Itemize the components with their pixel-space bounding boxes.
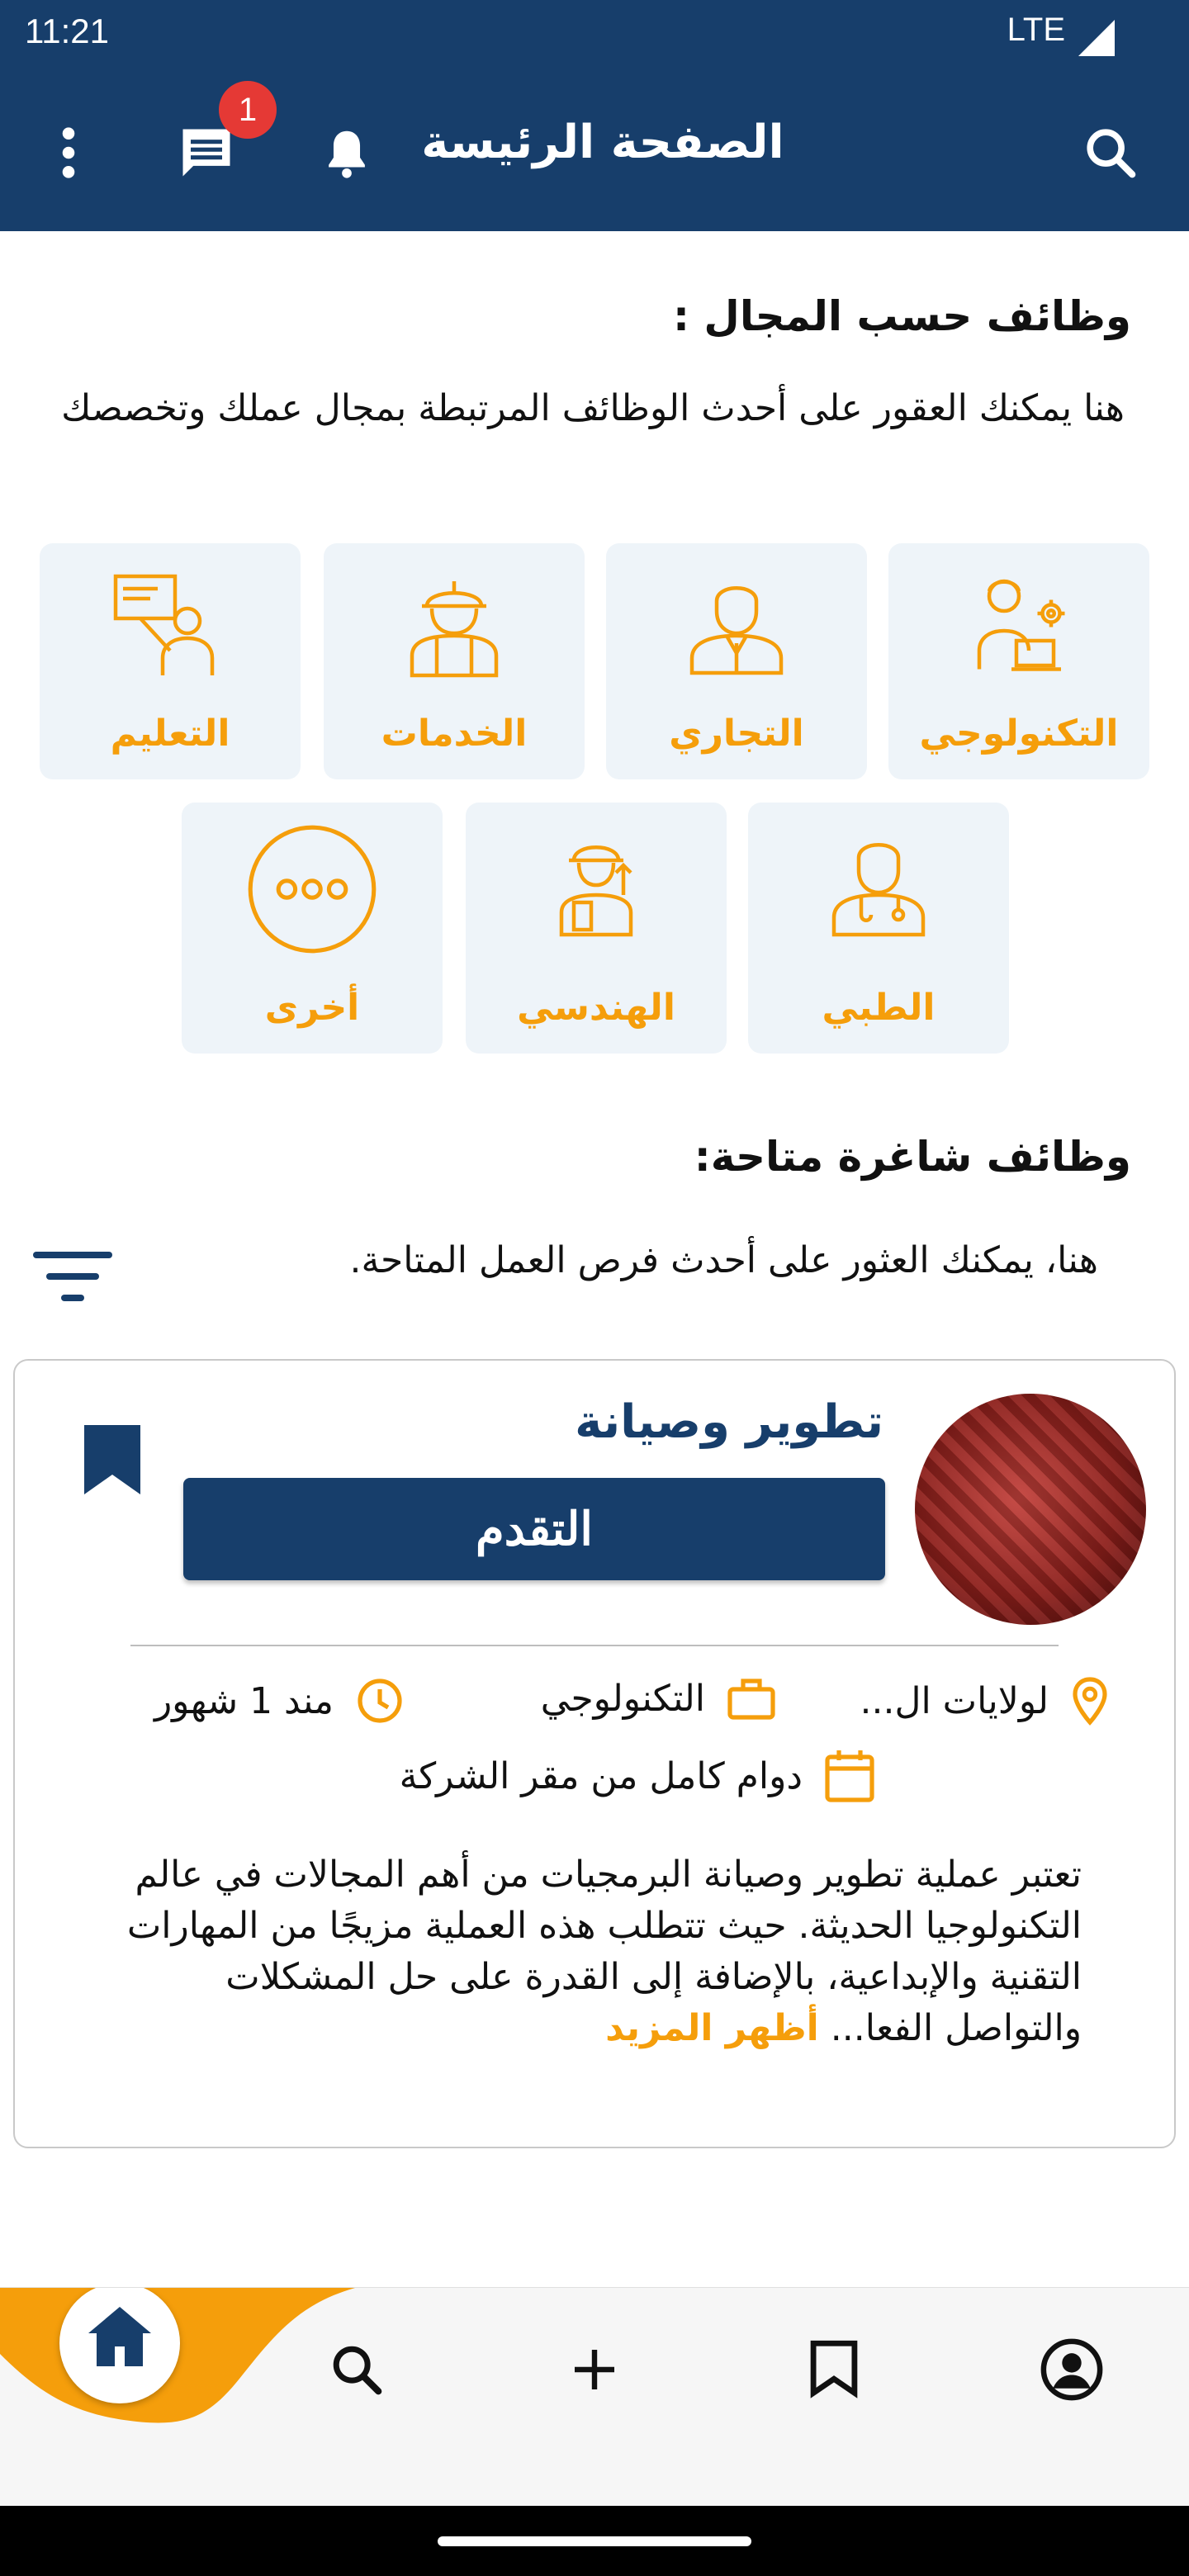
engineer-icon: [559, 845, 633, 937]
show-more-link[interactable]: أظهر المزيد: [605, 2007, 819, 2049]
category-education[interactable]: التعليم: [40, 543, 301, 779]
filter-button[interactable]: [33, 1247, 112, 1308]
fields-subtitle: هنا يمكنك العقور على أحدث الوظائف المرتب…: [61, 387, 1125, 429]
category-label: الهندسي: [517, 987, 675, 1029]
notifications-button[interactable]: [310, 116, 384, 190]
calendar-icon: [825, 1750, 874, 1802]
signal-icon: [1078, 20, 1115, 56]
category-services[interactable]: الخدمات: [324, 543, 585, 779]
search-icon: [333, 2346, 382, 2395]
doctor-icon: [831, 843, 926, 937]
app-bar: 11:21 LTE الصفحة الرئيسة 1: [0, 0, 1189, 231]
more-vertical-icon: [62, 127, 75, 178]
job-category-text: التكنولوجي: [540, 1677, 705, 1720]
job-posted-text: مند 1 شهور: [154, 1679, 334, 1722]
status-network: LTE: [1007, 12, 1065, 48]
businessman-icon: [689, 586, 784, 675]
job-description-text: تعتبر عملية تطوير وصيانة البرمجيات من أه…: [126, 1854, 1082, 2049]
category-business[interactable]: التجاري: [606, 543, 867, 779]
category-tech[interactable]: التكنولوجي: [888, 543, 1149, 779]
category-label: الخدمات: [381, 713, 528, 755]
category-label: التعليم: [110, 713, 230, 755]
job-title[interactable]: تطوير وصيانة: [575, 1395, 883, 1449]
category-label: التكنولوجي: [919, 713, 1119, 755]
nav-profile[interactable]: [1030, 2328, 1113, 2411]
category-medical[interactable]: الطبي: [748, 803, 1009, 1054]
home-gesture-handle[interactable]: [438, 2536, 751, 2546]
bookmark-icon: [84, 1425, 140, 1494]
category-engineering[interactable]: الهندسي: [466, 803, 727, 1054]
apply-button[interactable]: التقدم: [183, 1478, 885, 1580]
status-time: 11:21: [25, 12, 109, 50]
category-label: أخرى: [264, 987, 360, 1029]
company-avatar: [915, 1394, 1146, 1625]
home-icon: [88, 2307, 151, 2366]
tech-worker-icon: [977, 579, 1065, 671]
jobs-title: وظائف شاغرة متاحة:: [694, 1133, 1131, 1181]
location-pin-icon: [1073, 1677, 1107, 1726]
bell-icon: [329, 130, 365, 178]
category-label: التجاري: [669, 713, 804, 755]
filter-icon: [33, 1252, 112, 1301]
clock-icon: [358, 1679, 402, 1723]
jobs-subtitle: هنا، يمكنك العثور على أحدث فرص العمل الم…: [349, 1239, 1098, 1281]
job-posted: مند 1 شهور: [154, 1676, 405, 1726]
job-category: التكنولوجي: [541, 1676, 776, 1721]
nav-home[interactable]: [78, 2295, 161, 2378]
teacher-icon: [113, 574, 215, 675]
job-description: تعتبر عملية تطوير وصيانة البرمجيات من أه…: [99, 1849, 1082, 2054]
job-location: لولايات ال...: [860, 1676, 1110, 1726]
more-menu-button[interactable]: [31, 116, 106, 190]
add-icon: [575, 2350, 614, 2389]
briefcase-icon: [727, 1679, 775, 1720]
profile-icon: [1040, 2338, 1103, 2401]
card-divider: [130, 1645, 1059, 1646]
search-icon: [1087, 129, 1136, 178]
job-type-text: دوام كامل من مقر الشركة: [399, 1754, 803, 1797]
fields-title: وظائف حسب المجال :: [673, 292, 1131, 340]
more-dots-icon: [248, 825, 377, 954]
job-location-text: لولايات ال...: [860, 1679, 1049, 1722]
job-type: دوام كامل من مقر الشركة: [400, 1749, 875, 1803]
category-other[interactable]: أخرى: [182, 803, 443, 1054]
category-label: الطبي: [822, 987, 936, 1029]
bookmark-button[interactable]: [84, 1425, 140, 1498]
bookmark-icon: [810, 2340, 858, 2398]
nav-bookmarks[interactable]: [793, 2328, 875, 2411]
nav-search[interactable]: [315, 2328, 398, 2411]
construction-worker-icon: [410, 581, 499, 678]
nav-add[interactable]: [553, 2328, 636, 2411]
search-button[interactable]: [1073, 116, 1148, 190]
chat-badge: 1: [219, 81, 277, 139]
